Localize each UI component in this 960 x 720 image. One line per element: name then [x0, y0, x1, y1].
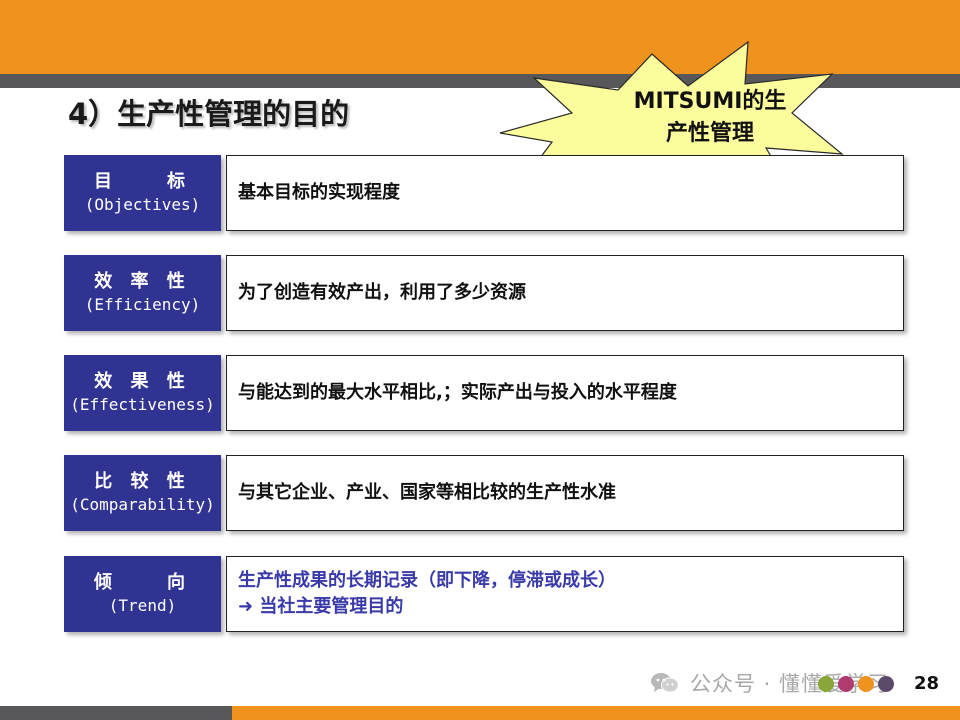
- row-text-line-1: 生产性成果的长期记录（即下降，停滞或成长）: [238, 570, 616, 591]
- row-box-efficiency: 为了创造有效产出，利用了多少资源: [226, 255, 904, 331]
- label-en: (Efficiency): [84, 295, 201, 314]
- row-text: 与其它企业、产业、国家等相比较的生产性水准: [238, 482, 616, 503]
- label-en: (Objectives): [84, 195, 201, 214]
- page-number: 28: [914, 673, 940, 694]
- wechat-icon: [651, 673, 679, 693]
- dot-magenta: [838, 676, 854, 692]
- row-label-comparability: 比 较 性 (Comparability): [64, 455, 221, 531]
- label-en: (Trend): [108, 596, 177, 615]
- label-zh: 比 较 性: [94, 471, 191, 492]
- burst-label: MITSUMI的生 产性管理: [600, 86, 820, 150]
- row-box-objectives: 基本目标的实现程度: [226, 155, 904, 231]
- burst-line-1: MITSUMI的生: [633, 89, 787, 114]
- dot-green: [818, 676, 834, 692]
- label-en: (Effectiveness): [70, 395, 215, 414]
- row-text: 与能达到的最大水平相比,；实际产出与投入的水平程度: [238, 382, 677, 403]
- decorative-dots: [818, 675, 898, 693]
- row-box-effectiveness: 与能达到的最大水平相比,；实际产出与投入的水平程度: [226, 355, 904, 431]
- label-zh: 目 标: [93, 171, 192, 192]
- row-label-trend: 倾 向 (Trend): [64, 556, 221, 632]
- row-box-comparability: 与其它企业、产业、国家等相比较的生产性水准: [226, 455, 904, 531]
- row-label-effectiveness: 效 果 性 (Effectiveness): [64, 355, 221, 431]
- label-zh: 倾 向: [93, 572, 192, 593]
- row-text: 基本目标的实现程度: [238, 182, 400, 203]
- label-en: (Comparability): [70, 495, 215, 514]
- row-label-efficiency: 效 率 性 (Efficiency): [64, 255, 221, 331]
- label-zh: 效 率 性: [94, 271, 191, 292]
- page-title: 4）生产性管理的目的: [68, 97, 350, 131]
- label-zh: 效 果 性: [94, 371, 191, 392]
- dot-purple: [878, 676, 894, 692]
- row-label-objectives: 目 标 (Objectives): [64, 155, 221, 231]
- row-text-line-2: ➜ 当社主要管理目的: [238, 596, 404, 617]
- row-box-trend: 生产性成果的长期记录（即下降，停滞或成长） ➜ 当社主要管理目的: [226, 556, 904, 632]
- row-text: 为了创造有效产出，利用了多少资源: [238, 282, 526, 303]
- dot-orange: [858, 676, 874, 692]
- bottom-gray-bar: [0, 706, 232, 720]
- bottom-orange-bar: [232, 706, 960, 720]
- burst-line-2: 产性管理: [665, 121, 754, 146]
